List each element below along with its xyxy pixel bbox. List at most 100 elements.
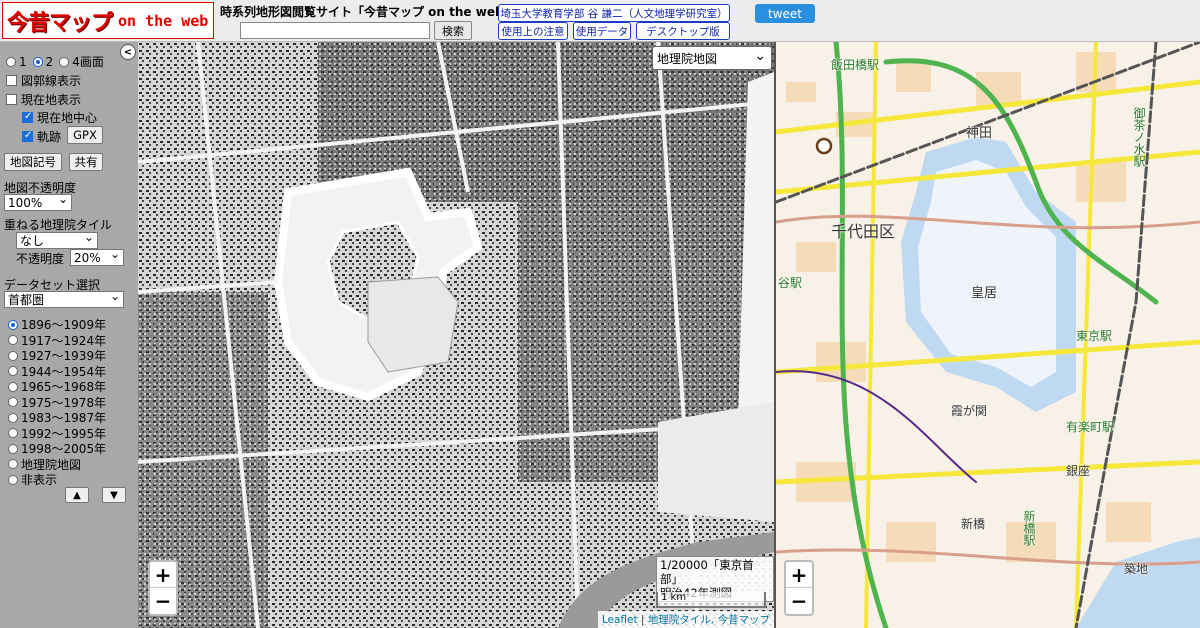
map-place-label: 谷駅 — [778, 276, 803, 290]
map-place-label: 新橋駅 — [1022, 510, 1036, 546]
period-item[interactable]: 1944～1954年 — [8, 363, 106, 380]
map-place-label: 御茶ノ水駅 — [1132, 107, 1146, 167]
track-label: 軌跡 — [37, 130, 62, 144]
view-mode-group: 1 2 4画面 — [6, 53, 104, 70]
map-place-label: 東京駅 — [1076, 329, 1113, 343]
period-label: 1917～1924年 — [21, 333, 107, 348]
period-radio[interactable] — [8, 459, 18, 469]
view-2-label: 2 — [45, 54, 54, 69]
overlay-select[interactable]: なし — [16, 230, 98, 249]
map-place-label: 皇居 — [971, 286, 998, 301]
map-place-label: 飯田橋駅 — [831, 58, 880, 72]
period-label: 1965～1968年 — [21, 380, 107, 394]
period-item[interactable]: 1992～1995年 — [8, 425, 106, 442]
period-radio[interactable] — [8, 397, 18, 407]
leaflet-link[interactable]: Leaflet — [602, 614, 638, 626]
author-link[interactable]: 埼玉大学教育学部 谷 謙二（人文地理学研究室） — [498, 4, 730, 22]
left-zoom-out-button[interactable]: − — [150, 588, 176, 614]
site-logo[interactable]: 今昔マップ on the web — [2, 2, 214, 39]
map-place-label: 千代田区 — [831, 222, 896, 241]
site-title: 時系列地形図閲覧サイト「今昔マップ on the web」 — [220, 5, 516, 19]
grid-toggle-row[interactable]: 図郭線表示 — [6, 72, 81, 89]
period-up-button[interactable]: ▲ — [65, 487, 89, 503]
period-radio[interactable] — [8, 412, 18, 423]
period-item[interactable]: 地理院地図 — [8, 456, 81, 473]
historic-map-image — [138, 42, 774, 628]
period-item[interactable]: 非表示 — [8, 471, 57, 488]
map-legend-button[interactable]: 地図記号 — [4, 153, 62, 171]
map-place-label: 新橋 — [961, 517, 986, 531]
search-button[interactable]: 検索 — [434, 21, 472, 40]
overlay-opacity-label: 不透明度 — [16, 252, 65, 266]
view-2-radio[interactable] — [32, 56, 43, 67]
collapse-sidebar-icon[interactable]: < — [120, 44, 136, 60]
period-radio[interactable] — [8, 443, 18, 454]
center-location-label: 現在地中心 — [37, 111, 98, 125]
overlay-label: 重ねる地理院タイル — [4, 218, 113, 232]
period-radio[interactable] — [8, 319, 18, 330]
right-zoom-out-button[interactable]: − — [786, 588, 812, 614]
period-label: 1896～1909年 — [21, 318, 107, 332]
period-radio[interactable] — [8, 381, 18, 392]
current-location-row[interactable]: 現在地表示 — [6, 91, 81, 108]
map-place-label: 築地 — [1124, 562, 1149, 576]
data-sources-link[interactable]: 使用データ — [573, 22, 631, 40]
view-4-radio[interactable] — [59, 56, 70, 67]
period-label: 1944～1954年 — [21, 364, 107, 379]
view-1-label: 1 — [19, 54, 27, 69]
period-item[interactable]: 1998～2005年 — [8, 440, 106, 457]
attribution-separator: | — [640, 614, 645, 626]
period-label: 地理院地図 — [21, 457, 82, 472]
right-zoom-in-button[interactable]: + — [786, 562, 812, 588]
modern-map-pane[interactable]: 飯田橋駅 神田 御茶ノ水駅 千代田区 皇居 東京駅 有楽町駅 霞が関 銀座 新橋 新橋駅 築地 谷駅 +… — [776, 42, 1200, 628]
current-location-label: 現在地表示 — [21, 93, 82, 107]
grid-toggle-checkbox[interactable] — [6, 75, 17, 86]
historic-map-pane[interactable]: 地理院地図 + − 1/20000「東京首部」 明治42年測図 1 km Lea… — [138, 42, 774, 628]
period-label: 1975～1978年 — [21, 395, 107, 410]
view-4-label: 4画面 — [72, 55, 104, 69]
map-attribution: Leaflet | 地理院タイル, 今昔マップ — [597, 611, 774, 628]
period-radio[interactable] — [8, 428, 18, 438]
usage-notes-link[interactable]: 使用上の注意 — [498, 22, 568, 40]
period-label: 1998～2005年 — [21, 442, 107, 456]
period-item[interactable]: 1983～1987年 — [8, 409, 106, 426]
layer-select[interactable]: 地理院地図 — [652, 46, 772, 70]
period-item[interactable]: 1975～1978年 — [8, 394, 106, 411]
overlay-opacity-select[interactable]: 20% — [70, 247, 124, 266]
period-radio[interactable] — [8, 335, 18, 345]
period-label: 1992～1995年 — [21, 426, 107, 441]
search-input[interactable] — [240, 22, 430, 39]
period-radio[interactable] — [8, 350, 18, 361]
desktop-version-link[interactable]: デスクトップ版 — [636, 22, 730, 40]
tweet-button[interactable]: tweet — [755, 4, 815, 23]
period-radio[interactable] — [8, 474, 18, 485]
map-place-label: 神田 — [966, 126, 993, 141]
track-row[interactable]: 軌跡 — [22, 128, 61, 145]
opacity-select[interactable]: 100% — [4, 192, 72, 211]
period-label: 1983～1987年 — [21, 411, 107, 425]
period-item[interactable]: 1917～1924年 — [8, 332, 106, 349]
scale-bar: 1 km — [656, 592, 766, 608]
share-button[interactable]: 共有 — [69, 153, 103, 171]
track-checkbox[interactable] — [22, 130, 33, 142]
current-location-checkbox[interactable] — [6, 94, 17, 105]
map-place-label: 有楽町駅 — [1066, 420, 1115, 434]
period-down-button[interactable]: ▼ — [102, 487, 126, 503]
period-radio[interactable] — [8, 366, 18, 376]
map-place-label: 霞が関 — [951, 404, 988, 418]
view-1-radio[interactable] — [6, 56, 16, 67]
center-location-row[interactable]: 現在地中心 — [22, 109, 97, 126]
header: 今昔マップ on the web 時系列地形図閲覧サイト「今昔マップ on th… — [0, 0, 1200, 42]
tile-attribution-link[interactable]: 地理院タイル, 今昔マップ — [648, 614, 770, 626]
center-location-checkbox[interactable] — [22, 111, 33, 123]
left-zoom-in-button[interactable]: + — [150, 562, 176, 588]
grid-toggle-label: 図郭線表示 — [21, 74, 82, 88]
logo-text-jp: 今昔マップ — [7, 10, 113, 36]
period-item[interactable]: 1896～1909年 — [8, 316, 106, 333]
dataset-select[interactable]: 首都圏 — [4, 289, 124, 308]
period-item[interactable]: 1927～1939年 — [8, 347, 106, 364]
sidebar: < 1 2 4画面 図郭線表示 現在地表示 現在地中心 軌跡 GPX 地図記号 … — [0, 42, 138, 628]
period-label: 1927～1939年 — [21, 349, 107, 363]
gpx-button[interactable]: GPX — [67, 126, 103, 144]
period-item[interactable]: 1965～1968年 — [8, 378, 106, 395]
